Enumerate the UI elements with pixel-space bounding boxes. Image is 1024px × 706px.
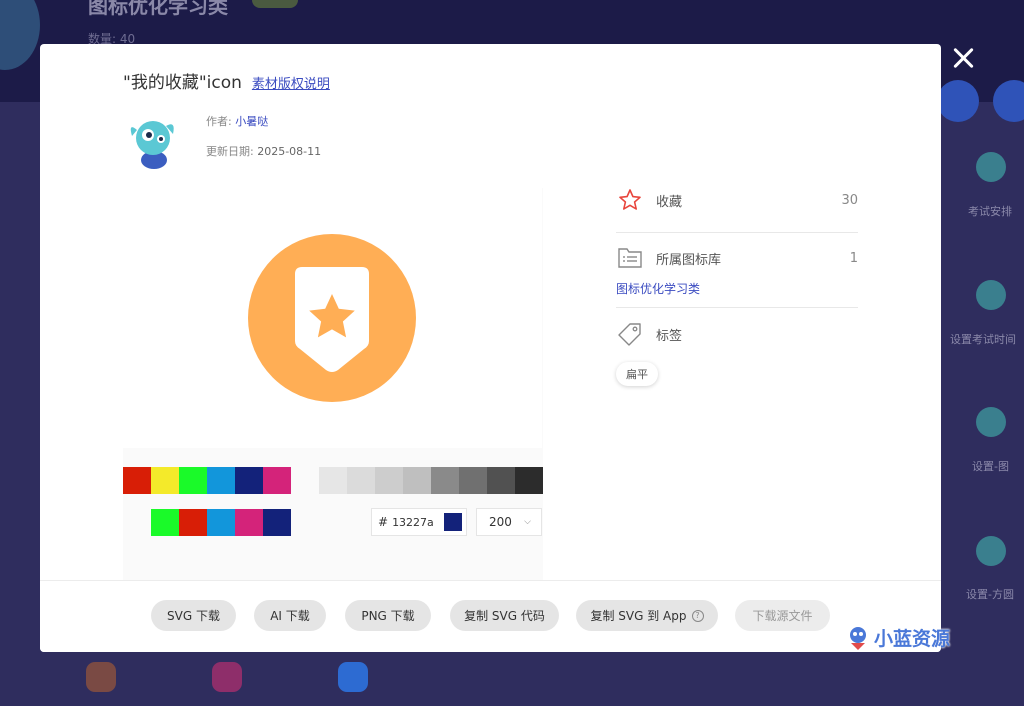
- date-label: 更新日期:: [206, 145, 254, 158]
- gray-swatch-0[interactable]: [319, 467, 347, 494]
- ai-download-button[interactable]: AI 下载: [254, 600, 326, 631]
- close-icon[interactable]: [949, 44, 977, 72]
- hash-symbol: #: [378, 515, 389, 529]
- license-link[interactable]: 素材版权说明: [252, 73, 330, 92]
- watermark-text: 小蓝资源: [874, 628, 951, 650]
- update-meta: 更新日期: 2025-08-11: [206, 143, 321, 159]
- color-swatch-1[interactable]: [151, 467, 179, 494]
- author-name[interactable]: 小暑哒: [235, 115, 268, 128]
- size-value: 200: [489, 515, 512, 529]
- library-count: 1: [849, 250, 858, 266]
- gray-swatch-2[interactable]: [375, 467, 403, 494]
- divider: [616, 307, 858, 308]
- hex-value: 13227a: [392, 515, 434, 529]
- download-footer: SVG 下载 AI 下载 PNG 下载 复制 SVG 代码 复制 SVG 到 A…: [40, 580, 941, 652]
- star-icon[interactable]: [616, 186, 644, 214]
- favorite-label: 收藏: [656, 194, 683, 210]
- gray-swatch-4[interactable]: [431, 467, 459, 494]
- library-badge: [252, 0, 298, 8]
- icon-info-panel: 收藏 30 所属图标库 1 图标优化学习类 标签 扁平: [616, 180, 858, 386]
- side-label-settings-circle: 设置-图: [972, 460, 1009, 473]
- recent-swatch-3[interactable]: [235, 509, 263, 536]
- side-label-exam-time: 设置考试时间: [950, 333, 1016, 346]
- recent-swatch-4[interactable]: [263, 509, 291, 536]
- gray-swatch-1[interactable]: [347, 467, 375, 494]
- color-swatch-5[interactable]: [263, 467, 291, 494]
- tags-label: 标签: [656, 328, 683, 344]
- icon-title: "我的收藏"icon: [123, 73, 242, 93]
- png-download-button[interactable]: PNG 下载: [345, 600, 431, 631]
- copy-svg-to-app-label: 复制 SVG 到 App: [590, 609, 687, 623]
- color-swatches-gray: [319, 467, 543, 494]
- gray-swatch-7[interactable]: [515, 467, 543, 494]
- gray-swatch-6[interactable]: [487, 467, 515, 494]
- side-label-exam-schedule: 考试安排: [968, 205, 1012, 218]
- gear-icon: [976, 407, 1006, 437]
- tag-chip[interactable]: 扁平: [616, 362, 658, 386]
- recent-swatch-2[interactable]: [207, 509, 235, 536]
- current-color-chip[interactable]: [444, 513, 462, 531]
- library-row: 所属图标库 1: [616, 238, 858, 278]
- author-avatar[interactable]: [128, 116, 178, 170]
- gear-square-icon: [976, 536, 1006, 566]
- bottom-icon-2: [212, 662, 242, 692]
- folder-list-icon: [616, 244, 644, 272]
- color-swatches-recent: [151, 509, 291, 536]
- chevron-down-icon: ⌵: [524, 517, 531, 527]
- side-label-settings-square: 设置-方圆: [966, 588, 1014, 601]
- color-swatch-2[interactable]: [179, 467, 207, 494]
- favorite-count: 30: [841, 192, 858, 208]
- tag-icon: [616, 320, 644, 348]
- hex-color-input[interactable]: # 13227a: [371, 508, 467, 536]
- bottom-icon-3: [338, 662, 368, 692]
- help-icon[interactable]: ?: [691, 609, 704, 622]
- library-link[interactable]: 图标优化学习类: [616, 280, 858, 297]
- svg-download-button[interactable]: SVG 下载: [151, 600, 236, 631]
- download-source-button[interactable]: 下载源文件: [735, 600, 830, 631]
- timer-icon: [976, 280, 1006, 310]
- gray-swatch-5[interactable]: [459, 467, 487, 494]
- library-title: 图标优化学习类: [88, 0, 228, 18]
- library-logo: [0, 0, 40, 70]
- favorite-row[interactable]: 收藏 30: [616, 180, 858, 220]
- gray-swatch-3[interactable]: [403, 467, 431, 494]
- color-swatches-primary: [123, 467, 291, 494]
- copy-svg-code-button[interactable]: 复制 SVG 代码: [450, 600, 559, 631]
- icon-detail-modal: "我的收藏"icon 素材版权说明 作者: 小暑哒 更新日期: 2025-08-…: [40, 44, 941, 652]
- divider: [616, 232, 858, 233]
- tags-row: 标签: [616, 314, 858, 354]
- share-icon[interactable]: [937, 80, 979, 122]
- color-swatch-0[interactable]: [123, 467, 151, 494]
- watermark: 小蓝资源: [846, 624, 950, 651]
- bookmark-star-icon: [248, 234, 416, 402]
- copy-svg-to-app-button[interactable]: 复制 SVG 到 App ?: [576, 600, 718, 631]
- author-meta: 作者: 小暑哒: [206, 113, 268, 129]
- bottom-icon-1: [86, 662, 116, 692]
- recent-swatch-1[interactable]: [179, 509, 207, 536]
- size-select[interactable]: 200 ⌵: [476, 508, 542, 536]
- library-label: 所属图标库: [656, 252, 722, 268]
- update-date: 2025-08-11: [257, 145, 322, 158]
- calendar-icon: [976, 152, 1006, 182]
- mascot-logo: [850, 626, 866, 650]
- author-label: 作者:: [206, 115, 232, 128]
- color-swatch-3[interactable]: [207, 467, 235, 494]
- recent-swatch-0[interactable]: [151, 509, 179, 536]
- modal-title-row: "我的收藏"icon 素材版权说明: [123, 68, 330, 93]
- color-swatch-4[interactable]: [235, 467, 263, 494]
